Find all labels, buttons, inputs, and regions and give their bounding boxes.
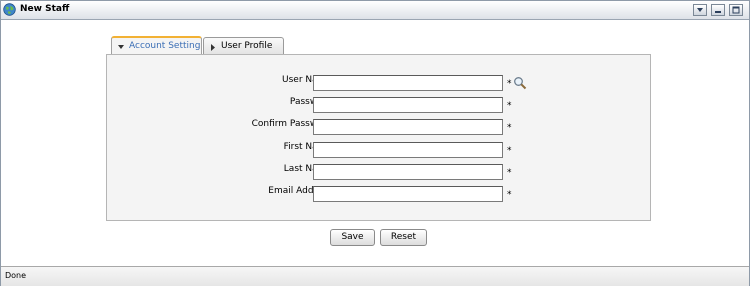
last-name-input[interactable] — [313, 164, 503, 180]
globe-icon — [3, 3, 16, 16]
tab-label: User Profile — [221, 41, 273, 51]
chevron-right-icon — [211, 44, 215, 51]
account-setting-panel: User Name: * Password: * Confirm Passwor… — [106, 54, 651, 221]
password-row: Password: * — [107, 96, 652, 113]
search-icon[interactable] — [513, 76, 527, 90]
first-name-input[interactable] — [313, 142, 503, 158]
required-marker: * — [507, 168, 512, 178]
maximize-icon — [732, 6, 740, 14]
chevron-down-icon — [118, 45, 124, 49]
user-name-input[interactable] — [313, 75, 503, 91]
tab-user-profile[interactable]: User Profile — [203, 37, 284, 55]
dropdown-icon — [697, 8, 703, 12]
status-text: Done — [5, 271, 27, 280]
maximize-button[interactable] — [729, 4, 743, 16]
title-bar: New Staff — [1, 1, 749, 20]
email-address-row: Email Address: * — [107, 185, 652, 202]
required-marker: * — [507, 190, 512, 200]
staff-window: New Staff Account Setting User Profile U… — [0, 0, 750, 286]
window-title: New Staff — [20, 4, 70, 14]
confirm-password-row: Confirm Password: * — [107, 118, 652, 135]
required-marker: * — [507, 146, 512, 156]
tab-label: Account Setting — [129, 41, 201, 51]
save-button[interactable]: Save — [330, 229, 375, 246]
required-marker: * — [507, 79, 512, 89]
minimize-icon — [715, 11, 721, 13]
tab-account-setting[interactable]: Account Setting — [111, 36, 202, 55]
window-menu-button[interactable] — [693, 4, 707, 16]
first-name-row: First Name: * — [107, 141, 652, 158]
required-marker: * — [507, 101, 512, 111]
reset-button[interactable]: Reset — [380, 229, 427, 246]
status-bar: Done — [1, 266, 749, 286]
minimize-button[interactable] — [711, 4, 725, 16]
last-name-row: Last Name: * — [107, 163, 652, 180]
user-name-row: User Name: * — [107, 74, 652, 91]
required-marker: * — [507, 123, 512, 133]
confirm-password-input[interactable] — [313, 119, 503, 135]
password-input[interactable] — [313, 97, 503, 113]
email-address-input[interactable] — [313, 186, 503, 202]
